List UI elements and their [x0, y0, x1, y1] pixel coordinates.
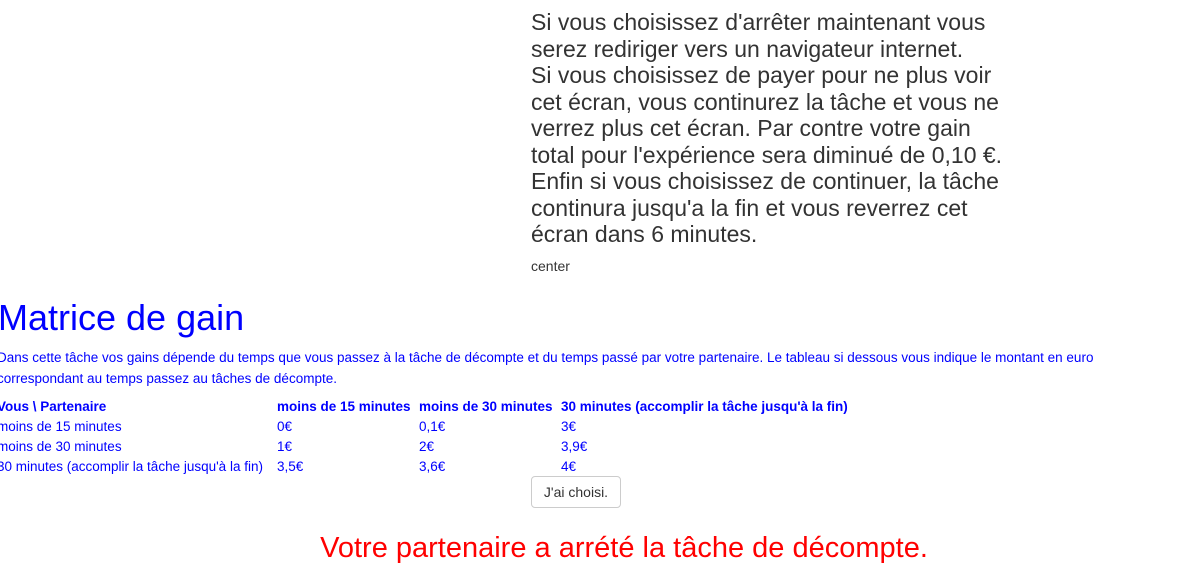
table-cell: 2€	[419, 438, 435, 454]
center-note: center	[531, 258, 570, 274]
table-header-cell: 30 minutes (accomplir la tâche jusqu'à l…	[561, 398, 848, 414]
table-cell: 3,5€	[277, 458, 304, 474]
table-row: moins de 30 minutes 1€ 2€ 3,9€	[0, 436, 848, 456]
table-cell: 3,9€	[561, 438, 588, 454]
instructions-paragraph-continue: Enfin si vous choisissez de continuer, l…	[531, 168, 999, 247]
table-row: 30 minutes (accomplir la tâche jusqu'à l…	[0, 456, 848, 476]
matrix-title: Matrice de gain	[0, 297, 245, 338]
chosen-button[interactable]: J'ai choisi.	[531, 476, 621, 508]
page: Si vous choisissez d'arrêter maintenant …	[0, 0, 1183, 571]
table-header-row: Vous \ Partenaire moins de 15 minutes mo…	[0, 396, 848, 416]
table-cell: 3,6€	[419, 458, 446, 474]
table-header-cell: Vous \ Partenaire	[0, 398, 107, 414]
instructions-paragraph-pay: Si vous choisissez de payer pour ne plus…	[531, 62, 1003, 168]
instructions-text: Si vous choisissez d'arrêter maintenant …	[531, 9, 1051, 248]
table-header-cell: moins de 15 minutes	[277, 398, 411, 414]
table-cell: 1€	[277, 438, 293, 454]
instructions-paragraph-stop: Si vous choisissez d'arrêter maintenant …	[531, 9, 986, 62]
table-cell: 30 minutes (accomplir la tâche jusqu'à l…	[0, 458, 263, 474]
table-cell: moins de 15 minutes	[0, 418, 122, 434]
matrix-description: Dans cette tâche vos gains dépende du te…	[0, 350, 1094, 386]
gain-matrix-table: Vous \ Partenaire moins de 15 minutes mo…	[0, 396, 848, 476]
table-cell: 0,1€	[419, 418, 446, 434]
partner-status-message: Votre partenaire a arrété la tâche de dé…	[320, 532, 928, 564]
table-cell: moins de 30 minutes	[0, 438, 122, 454]
table-cell: 4€	[561, 458, 577, 474]
table-header-cell: moins de 30 minutes	[419, 398, 553, 414]
table-cell: 3€	[561, 418, 577, 434]
table-cell: 0€	[277, 418, 293, 434]
table-row: moins de 15 minutes 0€ 0,1€ 3€	[0, 416, 848, 436]
